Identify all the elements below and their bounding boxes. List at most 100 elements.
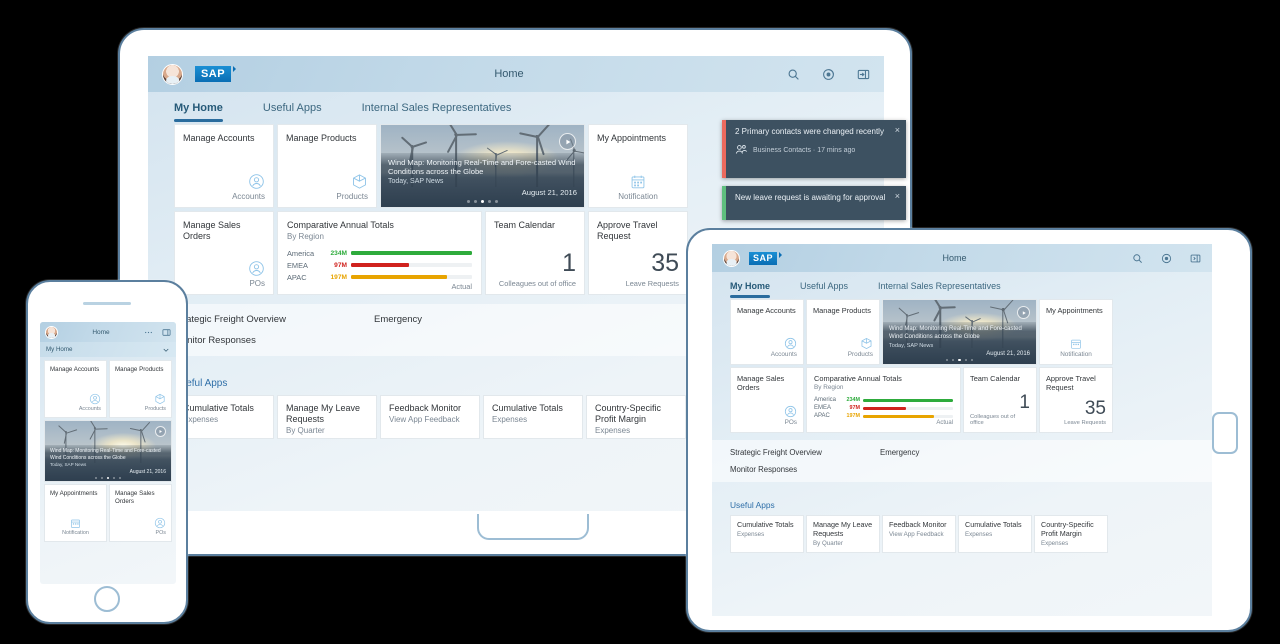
device-home-button[interactable]: [1212, 412, 1238, 454]
me-area-icon[interactable]: [162, 328, 171, 337]
tile-approve-travel-request[interactable]: Approve Travel Request 35 Leave Requests: [1039, 367, 1113, 433]
avatar[interactable]: [162, 64, 183, 85]
chart-track: [863, 407, 953, 410]
tile-news-wind-map[interactable]: Wind Map: Monitoring Real-Time and Fore-…: [44, 420, 172, 482]
chart-category-label: EMEA: [814, 405, 840, 411]
tab-my-home[interactable]: My Home: [730, 281, 770, 296]
tile-manage-sales-orders[interactable]: Manage Sales Orders POs: [109, 484, 172, 542]
link-emergency[interactable]: Emergency: [374, 314, 574, 325]
tile-news-wind-map[interactable]: Wind Map: Monitoring Real-Time and Fore-…: [380, 124, 585, 208]
chart-track: [351, 251, 472, 255]
tile-manage-products[interactable]: Manage Products Products: [109, 360, 172, 418]
play-icon[interactable]: [1017, 306, 1030, 319]
tile-manage-my-leave-requests[interactable]: Manage My Leave Requests By Quarter: [277, 395, 377, 439]
carousel-dots[interactable]: [50, 477, 166, 479]
tile-feedback-monitor[interactable]: Feedback Monitor View App Feedback: [380, 395, 480, 439]
tile-comparative-annual-totals[interactable]: Comparative Annual Totals By Region Amer…: [277, 211, 482, 295]
overflow-icon[interactable]: [144, 328, 153, 337]
shell-header: SAP Home: [712, 244, 1212, 272]
tile-footer-label: Accounts: [232, 192, 265, 201]
tile-my-appointments[interactable]: My Appointments Notification: [44, 484, 107, 542]
chart-row: EMEA 97M: [814, 405, 953, 411]
tab-my-home[interactable]: My Home: [174, 102, 223, 120]
play-icon[interactable]: [559, 133, 576, 150]
tile-cumulative-totals-1[interactable]: Cumulative Totals Expenses: [730, 515, 804, 553]
tile-subtitle: By Quarter: [286, 426, 368, 435]
carousel-dots[interactable]: [889, 359, 1030, 361]
notification-text: 2 Primary contacts were changed recently: [735, 127, 888, 138]
tile-kpi-value: 1: [1019, 393, 1030, 412]
notification-toast-contacts[interactable]: 2 Primary contacts were changed recently…: [722, 120, 906, 178]
me-area-icon[interactable]: [857, 68, 870, 81]
chart-footer-label: Actual: [814, 420, 953, 426]
tile-row-top: Manage Accounts Accounts Manage Products: [730, 299, 1194, 365]
section-title-useful-apps: Useful Apps: [730, 500, 1194, 510]
tile-manage-sales-orders[interactable]: Manage Sales Orders POs: [730, 367, 804, 433]
tile-cumulative-totals-2[interactable]: Cumulative Totals Expenses: [958, 515, 1032, 553]
tile-my-appointments[interactable]: My Appointments Notification: [588, 124, 688, 208]
tile-manage-accounts[interactable]: Manage Accounts Accounts: [44, 360, 107, 418]
notifications-icon[interactable]: [1161, 253, 1172, 264]
tile-team-calendar[interactable]: Team Calendar 1 Colleagues out of office: [963, 367, 1037, 433]
tile-cumulative-totals-2[interactable]: Cumulative Totals Expenses: [483, 395, 583, 439]
chart-row: America 234M: [814, 397, 953, 403]
tile-title: Manage Accounts: [50, 366, 101, 374]
calendar-icon: [70, 518, 81, 529]
carousel-dots[interactable]: [388, 200, 577, 203]
shell-header: SAP Home: [148, 56, 884, 92]
play-icon[interactable]: [155, 426, 166, 437]
tile-manage-accounts[interactable]: Manage Accounts Accounts: [174, 124, 274, 208]
close-icon[interactable]: ×: [895, 191, 900, 201]
tile-team-calendar[interactable]: Team Calendar 1 Colleagues out of office: [485, 211, 585, 295]
tile-title: Team Calendar: [494, 220, 576, 231]
link-emergency[interactable]: Emergency: [880, 448, 1030, 457]
launchpad-screen-tablet: SAP Home My Home Useful Apps I: [712, 244, 1212, 616]
tile-manage-products[interactable]: Manage Products Products: [277, 124, 377, 208]
tile-country-specific-profit-margin[interactable]: Country-Specific Profit Margin Expenses: [586, 395, 686, 439]
link-strategic-freight-overview[interactable]: Strategic Freight Overview: [174, 314, 374, 325]
tab-useful-apps[interactable]: Useful Apps: [263, 102, 322, 120]
news-overlay: Wind Map: Monitoring Real-Time and Fore-…: [45, 445, 171, 481]
device-home-button[interactable]: [94, 586, 120, 612]
avatar[interactable]: [723, 250, 740, 267]
tile-title: Cumulative Totals: [492, 403, 574, 414]
tab-internal-sales-representatives[interactable]: Internal Sales Representatives: [362, 102, 512, 120]
tile-feedback-monitor[interactable]: Feedback Monitor View App Feedback: [882, 515, 956, 553]
tile-footer-label: Colleagues out of office: [970, 414, 1030, 426]
tile-manage-accounts[interactable]: Manage Accounts Accounts: [730, 299, 804, 365]
tile-manage-products[interactable]: Manage Products Products: [806, 299, 880, 365]
tile-footer-label: Colleagues out of office: [499, 279, 576, 288]
tile-approve-travel-request[interactable]: Approve Travel Request 35 Leave Requests: [588, 211, 688, 295]
avatar[interactable]: [45, 326, 58, 339]
me-area-icon[interactable]: [1190, 253, 1201, 264]
device-home-button[interactable]: [477, 514, 589, 540]
tile-news-wind-map[interactable]: Wind Map: Monitoring Real-Time and Fore-…: [882, 299, 1037, 365]
search-icon[interactable]: [1132, 253, 1143, 264]
tile-comparative-annual-totals[interactable]: Comparative Annual Totals By Region Amer…: [806, 367, 961, 433]
tab-useful-apps[interactable]: Useful Apps: [800, 281, 848, 296]
group-selector[interactable]: My Home: [40, 342, 176, 357]
group-selector-label: My Home: [46, 346, 72, 353]
link-strategic-freight-overview[interactable]: Strategic Freight Overview: [730, 448, 880, 457]
tile-footer-label: Notification: [62, 530, 89, 536]
notification-body: New leave request is awaiting for approv…: [726, 186, 906, 220]
notifications-icon[interactable]: [822, 68, 835, 81]
tile-footer-label: POs: [785, 419, 797, 426]
tile-my-appointments[interactable]: My Appointments Notification: [1039, 299, 1113, 365]
tile-manage-sales-orders[interactable]: Manage Sales Orders POs: [174, 211, 274, 295]
tile-manage-my-leave-requests[interactable]: Manage My Leave Requests By Quarter: [806, 515, 880, 553]
shell-icon-group: [1132, 253, 1201, 264]
news-overlay: Wind Map: Monitoring Real-Time and Fore-…: [381, 153, 584, 207]
search-icon[interactable]: [787, 68, 800, 81]
tab-internal-sales-representatives[interactable]: Internal Sales Representatives: [878, 281, 1001, 296]
notification-toast-leave-request[interactable]: New leave request is awaiting for approv…: [722, 186, 906, 220]
chart-row: APAC 197M: [814, 413, 953, 419]
tile-title: Approve Travel Request: [1046, 374, 1106, 392]
page-title: Home: [58, 329, 144, 336]
link-monitor-responses[interactable]: Monitor Responses: [730, 465, 1194, 474]
tile-cumulative-totals-1[interactable]: Cumulative Totals Expenses: [174, 395, 274, 439]
link-tile-group: Strategic Freight Overview Emergency Mon…: [712, 440, 1212, 482]
tile-country-specific-profit-margin[interactable]: Country-Specific Profit Margin Expenses: [1034, 515, 1108, 553]
close-icon[interactable]: ×: [895, 125, 900, 135]
chevron-down-icon[interactable]: [162, 346, 170, 354]
